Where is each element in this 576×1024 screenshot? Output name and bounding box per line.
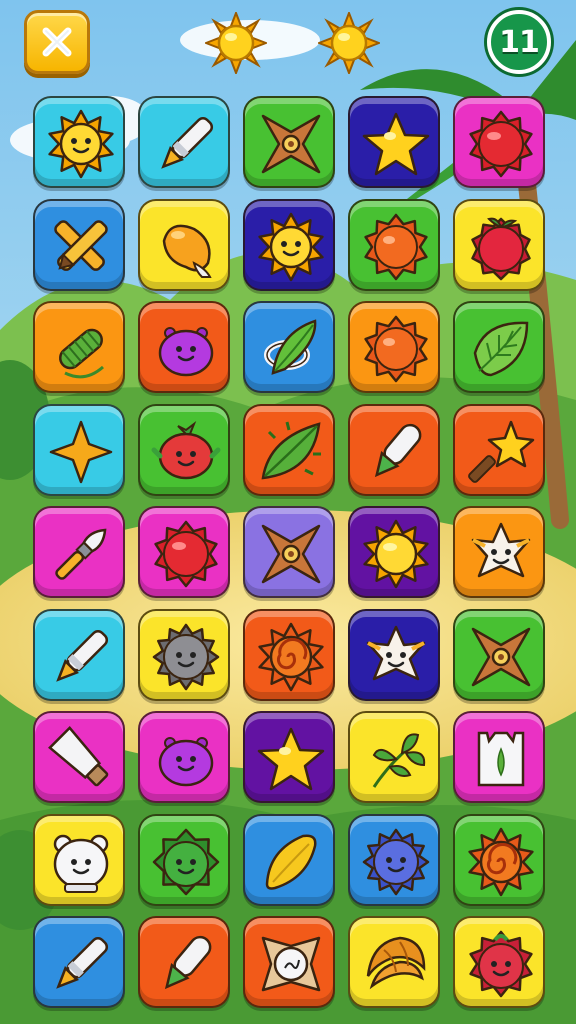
tile-r1-c3[interactable] [243,96,335,188]
shuriken-icon [261,524,321,584]
red-berry-icon [471,217,531,280]
tile-r7-c1[interactable] [33,711,125,803]
white-crayon-icon [374,423,422,477]
tile-r8-c2[interactable] [138,813,230,906]
tile-r4-c4[interactable] [348,403,440,496]
game-board [33,96,545,1008]
tile-r6-c3[interactable] [243,608,335,701]
tile-r8-c3[interactable] [243,813,335,906]
sun-icon [318,12,380,74]
tile-r3-c2[interactable] [138,301,230,393]
tile-r6-c5[interactable] [453,608,545,701]
crossed-crayons-icon [54,219,108,271]
clock-face-icon [261,936,321,992]
tile-r6-c2[interactable] [138,608,230,701]
swirl-sun-icon [258,622,324,691]
crayon-icon [56,629,109,682]
tile-r9-c1[interactable] [33,916,125,1008]
tile-r4-c3[interactable] [243,403,335,496]
close-x-icon [42,27,72,57]
tile-r4-c2[interactable] [138,403,230,496]
swirl-sun-icon [468,827,534,896]
tile-r8-c4[interactable] [348,813,440,906]
close-button[interactable] [24,10,90,74]
spiky-leaf-icon [261,421,321,479]
tile-r8-c5[interactable] [453,813,545,906]
white-star-face-icon [366,625,426,680]
tile-r5-c3[interactable] [243,506,335,598]
gray-spiky-face-icon [152,623,220,690]
tile-r4-c5[interactable] [453,403,545,496]
sun-face-icon [48,109,114,179]
tile-r3-c4[interactable] [348,301,440,393]
sun-icon [205,12,267,74]
tile-r4-c1[interactable] [33,403,125,496]
caterpillar-icon [59,328,104,379]
tomato-face-icon [151,420,221,479]
tile-r9-c3[interactable] [243,916,335,1008]
paper-bag-icon [477,731,525,787]
star-icon [362,112,430,176]
moves-counter-badge: 11 [487,10,551,74]
green-spiky-face-icon [152,828,220,895]
tile-r9-c5[interactable] [453,916,545,1008]
tile-r7-c5[interactable] [453,711,545,803]
tile-r7-c4[interactable] [348,711,440,803]
leaf-icon [473,321,529,377]
bear-face-icon [53,834,109,893]
tile-r2-c4[interactable] [348,198,440,291]
crayon-icon [56,936,109,989]
mango-leaf-icon [265,833,317,890]
leaf-ring-icon [264,319,317,375]
tile-r9-c4[interactable] [348,916,440,1008]
purple-blob-icon [158,327,214,377]
white-crayon-icon [164,935,212,990]
leaf-sprig-icon [372,733,426,788]
tile-r2-c3[interactable] [243,198,335,291]
tile-r2-c1[interactable] [33,198,125,291]
tile-r1-c1[interactable] [33,96,125,188]
tile-r6-c4[interactable] [348,608,440,701]
crayon-icon [161,116,214,169]
tile-r2-c2[interactable] [138,198,230,291]
tile-r3-c5[interactable] [453,301,545,393]
mango-icon [162,224,212,278]
tile-r3-c1[interactable] [33,301,125,393]
croissant-icon [366,936,426,990]
tile-r5-c2[interactable] [138,506,230,598]
tile-r5-c1[interactable] [33,506,125,598]
tile-r8-c1[interactable] [33,813,125,906]
shuriken-icon [261,114,321,174]
tile-r1-c4[interactable] [348,96,440,188]
star-wand-icon [468,420,535,483]
tile-r5-c5[interactable] [453,506,545,598]
purple-blob-icon [158,737,214,787]
tile-r9-c2[interactable] [138,916,230,1008]
moves-counter-value: 11 [499,24,540,60]
tile-r2-c5[interactable] [453,198,545,291]
paint-tube-icon [48,726,109,787]
sun-icon [363,519,429,589]
red-spiky-ball-icon [154,520,218,588]
blue-spiky-face-icon [362,828,430,895]
shuriken-icon [471,627,531,686]
tile-r5-c4[interactable] [348,506,440,598]
tile-r7-c2[interactable] [138,711,230,803]
tile-r6-c1[interactable] [33,608,125,701]
white-star-face-icon [471,522,531,578]
tile-r1-c2[interactable] [138,96,230,188]
tile-r1-c5[interactable] [453,96,545,188]
hud-bar: 11 [0,0,576,90]
tile-r3-c3[interactable] [243,301,335,393]
orange-spiky-ball-icon [364,315,428,383]
sun-face-icon [258,212,324,281]
orange-star-icon [49,420,113,483]
red-spiky-ball-icon [469,110,533,178]
tile-r7-c3[interactable] [243,711,335,803]
red-spiky-face-icon [469,930,533,998]
orange-spiky-ball-icon [364,213,428,280]
star-icon [257,727,325,791]
brush-icon [55,528,107,580]
